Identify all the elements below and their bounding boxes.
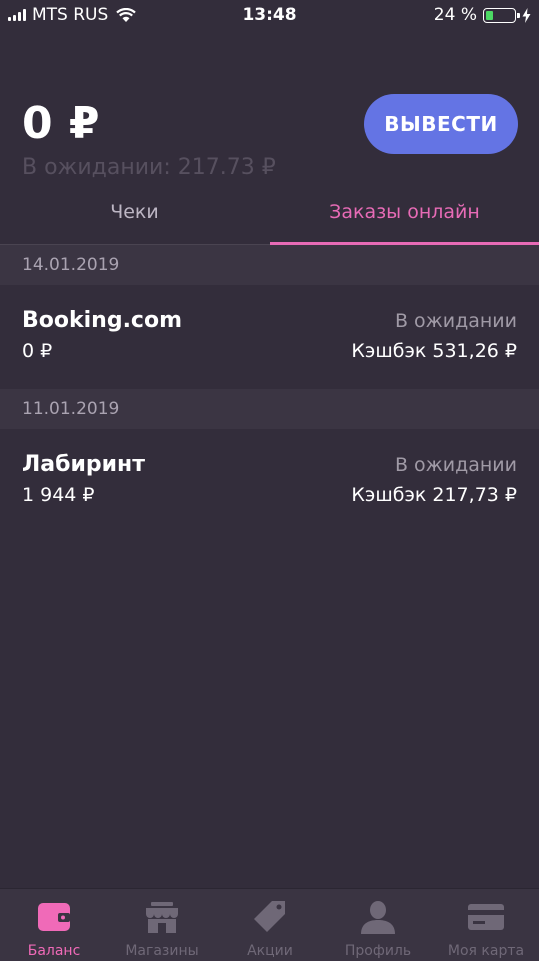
cashback-amount: Кэшбэк 217,73 ₽ [351, 484, 517, 506]
withdraw-button[interactable]: ВЫВЕСТИ [364, 94, 518, 154]
tab-label: Заказы онлайн [329, 201, 480, 223]
date-header: 11.01.2019 [0, 389, 539, 429]
bottom-nav: Баланс Магазины Акции Профиль Моя карта [0, 888, 539, 961]
tab-online-orders[interactable]: Заказы онлайн [270, 190, 539, 245]
nav-promotions[interactable]: Акции [216, 889, 324, 961]
nav-balance[interactable]: Баланс [0, 889, 108, 961]
order-amount: 0 ₽ [22, 340, 53, 362]
order-status: В ожидании [394, 310, 517, 332]
order-amount: 1 944 ₽ [22, 484, 95, 506]
nav-stores[interactable]: Магазины [108, 889, 216, 961]
status-right: 24 % [434, 5, 531, 25]
store-name: Booking.com [22, 308, 183, 333]
order-row[interactable]: Booking.com 0 ₽ В ожидании Кэшбэк 531,26… [0, 286, 539, 386]
nav-label: Баланс [27, 943, 81, 959]
nav-profile[interactable]: Профиль [324, 889, 432, 961]
order-status: В ожидании [394, 454, 517, 476]
charging-icon [522, 7, 531, 23]
pending-amount: В ожидании: 217.73 ₽ [22, 155, 276, 180]
order-row[interactable]: Лабиринт 1 944 ₽ В ожидании Кэшбэк 217,7… [0, 430, 539, 530]
cashback-amount: Кэшбэк 531,26 ₽ [351, 340, 517, 362]
card-icon [468, 904, 504, 930]
store-icon [146, 902, 178, 933]
store-name: Лабиринт [22, 452, 146, 477]
battery-percent: 24 % [433, 5, 477, 25]
status-bar: MTS RUS 13:48 24 % [0, 0, 539, 32]
date-header: 14.01.2019 [0, 245, 539, 285]
wallet-icon [38, 903, 70, 931]
battery-icon [483, 7, 520, 23]
nav-label: Акции [247, 943, 293, 959]
tab-label: Чеки [110, 201, 159, 223]
nav-label: Магазины [125, 943, 199, 959]
nav-label: Моя карта [447, 943, 525, 959]
tab-bar: Чеки Заказы онлайн [0, 190, 539, 245]
nav-my-card[interactable]: Моя карта [432, 889, 539, 961]
profile-icon [361, 901, 395, 934]
tag-icon [254, 901, 285, 932]
nav-label: Профиль [344, 943, 412, 959]
tab-receipts[interactable]: Чеки [0, 190, 269, 244]
balance-amount: 0 ₽ [22, 98, 101, 149]
